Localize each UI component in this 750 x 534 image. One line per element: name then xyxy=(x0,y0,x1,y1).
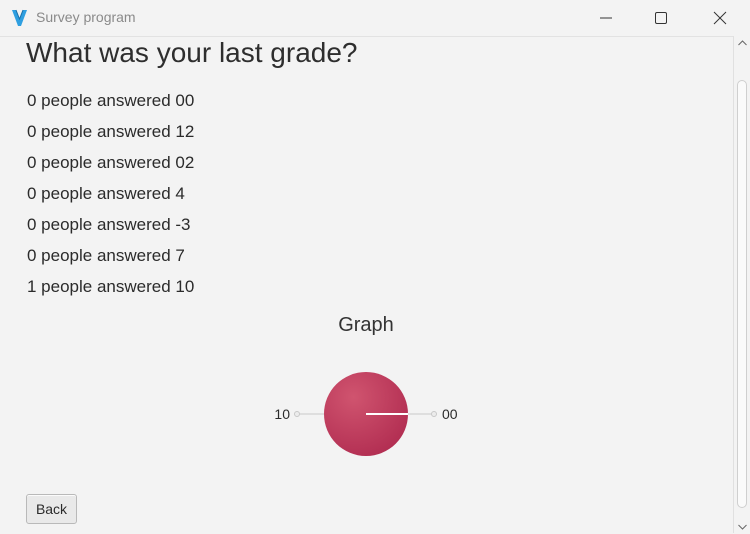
close-button[interactable] xyxy=(697,0,743,36)
content-area: What was your last grade? 0 people answe… xyxy=(0,36,733,534)
app-logo-icon xyxy=(12,9,27,26)
vertical-scrollbar[interactable] xyxy=(733,36,750,533)
scroll-up-arrow-icon[interactable] xyxy=(738,40,747,46)
answer-line: 0 people answered 12 xyxy=(27,122,195,141)
answer-line: 0 people answered -3 xyxy=(27,215,191,234)
pie-label-dot xyxy=(294,411,300,417)
answer-line: 1 people answered 10 xyxy=(27,277,195,296)
question-heading: What was your last grade? xyxy=(26,37,358,68)
answer-line: 0 people answered 4 xyxy=(27,184,185,203)
minimize-icon xyxy=(600,17,612,19)
scroll-down-arrow-icon[interactable] xyxy=(738,524,747,530)
answer-line: 0 people answered 00 xyxy=(27,91,195,110)
answer-line: 0 people answered 7 xyxy=(27,246,185,265)
close-icon xyxy=(713,11,727,25)
back-button[interactable]: Back xyxy=(26,494,77,524)
window-title: Survey program xyxy=(36,9,136,25)
scrollbar-thumb[interactable] xyxy=(737,80,747,508)
pie-label: 10 xyxy=(274,406,290,422)
maximize-button[interactable] xyxy=(638,0,684,36)
answers-list: 0 people answered 00 0 people answered 1… xyxy=(27,90,194,307)
pie-chart: 10 00 xyxy=(274,372,458,456)
minimize-button[interactable] xyxy=(583,0,629,36)
answer-line: 0 people answered 02 xyxy=(27,153,195,172)
pie-label: 00 xyxy=(442,406,458,422)
pie-label-dot xyxy=(431,411,437,417)
graph-title: Graph xyxy=(338,314,394,336)
maximize-icon xyxy=(655,12,667,24)
title-bar: Survey program xyxy=(0,0,750,36)
